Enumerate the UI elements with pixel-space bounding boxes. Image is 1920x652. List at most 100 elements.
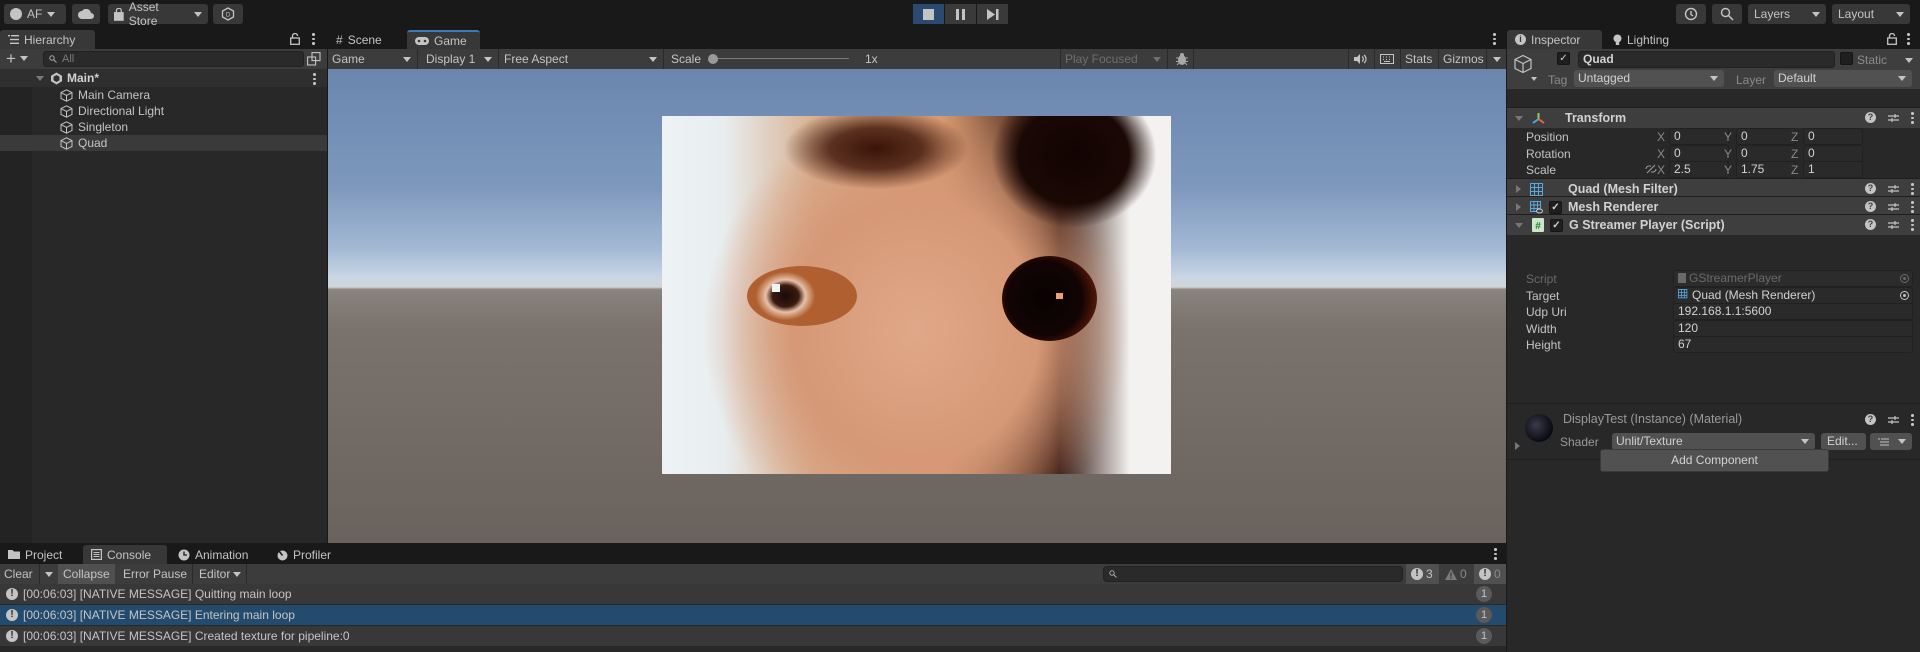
scene-menu-icon[interactable] [313,73,316,85]
tab-scene[interactable]: # Scene [328,30,406,49]
expand-arrow-icon[interactable] [1515,442,1520,450]
script-field-input[interactable]: Quad (Mesh Renderer) [1673,286,1913,304]
transform-y-input[interactable]: 0 [1736,144,1796,162]
tab-hierarchy[interactable]: Hierarchy [0,30,95,49]
step-button[interactable] [977,4,1008,24]
editor-dropdown[interactable]: Editor [194,564,247,584]
transform-y-input[interactable]: 1.75 [1736,161,1796,178]
tab-animation[interactable]: Animation [170,545,260,564]
services-button[interactable]: D [213,4,243,24]
component-header[interactable]: # ✓ G Streamer Player (Script)? [1507,214,1920,235]
layers-dropdown[interactable]: Layers [1748,4,1826,24]
presets-icon[interactable] [1888,202,1899,212]
transform-header[interactable]: Transform ? [1507,107,1920,128]
account-dropdown[interactable]: AF [4,4,66,24]
object-picker-icon[interactable] [1900,274,1909,283]
component-menu-icon[interactable] [1911,414,1914,426]
tag-dropdown[interactable]: Untagged [1574,70,1724,87]
component-menu-icon[interactable] [1911,201,1914,213]
edit-shader-button[interactable]: Edit... [1821,433,1866,450]
script-field-input[interactable]: 192.168.1.1:5600 [1673,303,1913,320]
tab-project[interactable]: Project [0,545,82,564]
component-menu-icon[interactable] [1911,183,1914,195]
tab-game[interactable]: Game [407,30,480,49]
console-message-row[interactable]: ! [00:06:03] [NATIVE MESSAGE] Quitting ma… [0,584,1506,604]
scale-slider-track[interactable] [709,58,849,59]
shader-options-dropdown[interactable] [1870,433,1912,450]
error-filter-toggle[interactable]: ! 0 [1474,564,1506,584]
component-enabled-checkbox[interactable]: ✓ [1549,200,1562,214]
component-menu-icon[interactable] [1911,112,1914,124]
stop-play-button[interactable] [913,4,944,24]
static-checkbox[interactable] [1840,52,1853,65]
transform-x-input[interactable]: 0 [1669,144,1729,162]
expand-arrow-icon[interactable] [36,75,44,81]
play-focused-dropdown[interactable]: Play Focused [1060,49,1168,69]
gizmos-button[interactable]: Gizmos [1438,49,1488,69]
transform-x-input[interactable]: 2.5 [1669,161,1729,178]
gizmos-dropdown[interactable] [1486,49,1506,69]
script-field-input[interactable]: 67 [1673,336,1913,353]
console-message-row[interactable]: ! [00:06:03] [NATIVE MESSAGE] Entering ma… [0,605,1506,625]
hierarchy-item[interactable]: Quad [0,135,327,151]
help-icon[interactable]: ? [1865,201,1876,213]
undo-history-button[interactable] [1676,4,1706,24]
help-icon[interactable]: ? [1865,112,1876,124]
game-mode-dropdown[interactable]: Game [328,49,418,69]
tab-lighting[interactable]: Lighting [1605,30,1685,49]
layout-dropdown[interactable]: Layout [1832,4,1910,24]
console-search-input[interactable] [1103,566,1403,582]
transform-z-input[interactable]: 1 [1803,161,1863,178]
game-view-menu-icon[interactable] [1493,33,1496,45]
help-icon[interactable]: ? [1865,183,1876,195]
search-button[interactable] [1712,4,1742,24]
transform-y-input[interactable]: 0 [1736,128,1796,145]
hierarchy-search-input[interactable]: All [43,51,304,67]
tab-inspector[interactable]: i Inspector [1507,30,1602,49]
aspect-dropdown[interactable]: Free Aspect [500,49,664,69]
object-active-checkbox[interactable]: ✓ [1557,52,1570,65]
transform-x-input[interactable]: 0 [1669,128,1729,145]
mute-audio-button[interactable] [1348,49,1372,69]
component-menu-icon[interactable] [1911,219,1914,231]
tab-console[interactable]: Console [83,545,167,564]
collapse-toggle[interactable]: Collapse [58,564,115,584]
stats-button[interactable]: Stats [1400,49,1436,69]
help-icon[interactable]: ? [1865,219,1876,231]
static-dropdown-caret[interactable] [1905,58,1913,63]
clear-button[interactable]: Clear [0,564,40,584]
info-filter-toggle[interactable]: ! 3 [1406,564,1439,584]
scale-slider-handle[interactable] [708,54,718,64]
console-menu-icon[interactable] [1494,548,1497,560]
presets-icon[interactable] [1888,113,1899,123]
constrain-proportions-icon[interactable] [1645,164,1657,174]
cloud-button[interactable] [72,4,100,24]
error-pause-toggle[interactable]: Error Pause [118,564,194,584]
component-enabled-checkbox[interactable]: ✓ [1550,218,1563,232]
lock-icon[interactable] [290,33,300,45]
hierarchy-item[interactable]: Main Camera [0,87,327,103]
presets-icon[interactable] [1888,220,1899,230]
hierarchy-item[interactable]: Singleton [0,119,327,135]
clear-options-dropdown[interactable] [41,564,57,584]
help-icon[interactable]: ? [1865,414,1876,426]
icon-picker-caret[interactable] [1531,77,1537,81]
console-message-row[interactable]: ! [00:06:03] [NATIVE MESSAGE] Created tex… [0,626,1506,646]
hierarchy-item[interactable]: Directional Light [0,103,327,119]
scene-row[interactable]: Main* [0,69,327,87]
transform-z-input[interactable]: 0 [1803,128,1863,145]
transform-z-input[interactable]: 0 [1803,144,1863,162]
inspector-menu-icon[interactable] [1907,33,1910,45]
display-dropdown[interactable]: Display 1 [420,49,499,69]
layer-dropdown[interactable]: Default [1774,70,1912,87]
create-button[interactable]: + [6,50,28,67]
pause-button[interactable] [945,4,976,24]
scene-visibility-icon[interactable] [307,52,321,66]
script-field-input[interactable]: 120 [1673,319,1913,337]
presets-icon[interactable] [1888,184,1899,194]
game-viewport[interactable] [328,69,1506,543]
hierarchy-menu-icon[interactable] [312,33,315,45]
presets-icon[interactable] [1888,415,1899,425]
warning-filter-toggle[interactable]: 0 [1440,564,1473,584]
debug-button[interactable] [1170,49,1194,69]
